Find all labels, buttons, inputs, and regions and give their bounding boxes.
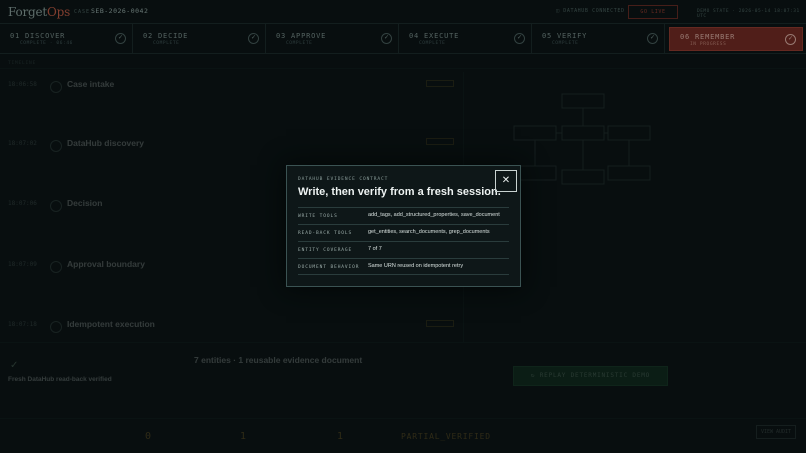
contract-row-read-back-tools: READ-BACK TOOLS get_entities, search_doc…	[298, 224, 509, 241]
row-key: READ-BACK TOOLS	[298, 231, 353, 236]
row-value: add_tags, add_structured_properties, sav…	[368, 212, 500, 218]
evidence-contract-dialog: DATAHUB EVIDENCE CONTRACT Write, then ve…	[286, 165, 521, 287]
dialog-kicker: DATAHUB EVIDENCE CONTRACT	[298, 177, 389, 182]
row-key: DOCUMENT BEHAVIOR	[298, 265, 360, 270]
row-value: Same URN reused on idempotent retry	[368, 263, 464, 269]
dialog-title: Write, then verify from a fresh session.	[298, 186, 501, 198]
contract-row-entity-coverage: ENTITY COVERAGE 7 of 7	[298, 241, 509, 258]
row-key: ENTITY COVERAGE	[298, 248, 353, 253]
row-value: 7 of 7	[368, 246, 382, 252]
close-button[interactable]: ✕	[495, 170, 517, 192]
contract-row-write-tools: WRITE TOOLS add_tags, add_structured_pro…	[298, 207, 509, 224]
close-icon: ✕	[501, 175, 511, 186]
row-value: get_entities, search_documents, grep_doc…	[368, 229, 490, 235]
contract-row-document-behavior: DOCUMENT BEHAVIOR Same URN reused on ide…	[298, 258, 509, 275]
row-key: WRITE TOOLS	[298, 214, 338, 219]
